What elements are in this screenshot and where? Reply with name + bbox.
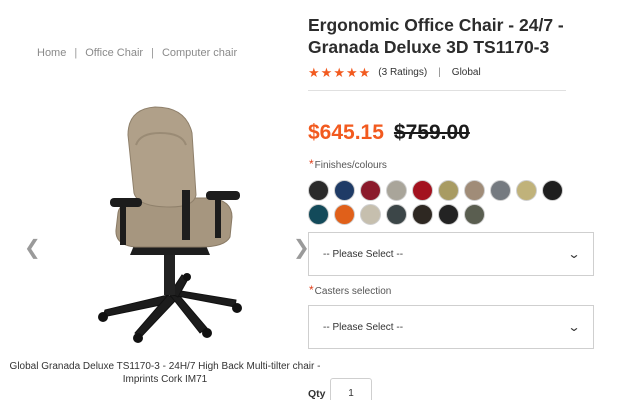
star-rating[interactable]: ★ ★ ★ ★ ★ — [308, 66, 371, 79]
image-caption: Global Granada Deluxe TS1170-3 - 24H/7 H… — [9, 361, 321, 385]
finishes-label: *Finishes/colours — [309, 157, 387, 171]
color-swatches — [308, 180, 578, 225]
color-swatch[interactable] — [438, 204, 459, 225]
color-swatch[interactable] — [412, 180, 433, 201]
breadcrumb-separator: | — [74, 47, 78, 59]
color-swatch[interactable] — [360, 204, 381, 225]
casters-select[interactable]: -- Please Select -- ⌄ — [308, 305, 594, 349]
breadcrumb-separator: | — [151, 47, 154, 59]
color-swatch[interactable] — [334, 180, 355, 201]
chevron-left-icon[interactable]: ❮ — [24, 238, 41, 258]
price-current: $645.15 — [308, 121, 384, 144]
casters-label: *Casters selection — [309, 283, 391, 297]
color-swatch[interactable] — [308, 204, 329, 225]
finishes-select-value: -- Please Select -- — [323, 248, 404, 260]
color-swatch[interactable] — [516, 180, 537, 201]
required-mark: * — [309, 157, 314, 171]
quantity-input[interactable]: 1 — [330, 378, 372, 400]
quantity-value: 1 — [348, 387, 354, 399]
star-icon: ★ — [345, 65, 358, 80]
breadcrumb-computer-chair[interactable]: Computer chair — [162, 47, 237, 59]
qty-label: Qty — [308, 388, 326, 400]
finishes-select[interactable]: -- Please Select -- ⌄ — [308, 232, 594, 276]
rating-separator: | — [438, 67, 441, 78]
color-swatch[interactable] — [464, 204, 485, 225]
color-swatch[interactable] — [334, 204, 355, 225]
divider — [308, 90, 566, 91]
color-swatch[interactable] — [438, 180, 459, 201]
color-swatch[interactable] — [386, 180, 407, 201]
chevron-down-icon: ⌄ — [567, 320, 581, 334]
required-mark: * — [309, 283, 314, 297]
color-swatch[interactable] — [360, 180, 381, 201]
color-swatch[interactable] — [308, 180, 329, 201]
office-chair-image — [98, 106, 242, 343]
product-image[interactable] — [10, 95, 310, 355]
brand-name[interactable]: Global — [452, 67, 481, 78]
breadcrumb: Home | Office Chair | Computer chair — [37, 47, 237, 59]
star-icon: ★ — [333, 65, 345, 80]
casters-label-text: Casters selection — [314, 286, 392, 297]
color-swatch[interactable] — [412, 204, 433, 225]
price: $645.15 $759.00 — [308, 121, 470, 145]
casters-select-value: -- Please Select -- — [323, 321, 404, 333]
breadcrumb-home[interactable]: Home — [37, 47, 66, 59]
price-original: $759.00 — [393, 121, 470, 144]
color-swatch[interactable] — [490, 180, 511, 201]
color-swatch[interactable] — [542, 180, 563, 201]
star-icon: ★ — [358, 65, 371, 80]
rating-row: ★ ★ ★ ★ ★ (3 Ratings) | Global — [308, 66, 481, 79]
star-icon: ★ — [308, 65, 320, 80]
chevron-down-icon: ⌄ — [567, 247, 581, 261]
color-swatch[interactable] — [464, 180, 485, 201]
rating-count[interactable]: (3 Ratings) — [378, 67, 427, 78]
breadcrumb-office-chair[interactable]: Office Chair — [85, 47, 143, 59]
color-swatch[interactable] — [386, 204, 407, 225]
finishes-label-text: Finishes/colours — [314, 160, 387, 171]
product-title: Ergonomic Office Chair - 24/7 - Granada … — [308, 15, 564, 57]
star-icon: ★ — [320, 65, 333, 80]
